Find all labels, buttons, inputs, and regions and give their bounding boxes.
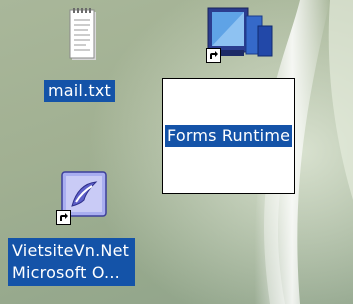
icon-label[interactable]: VietsiteVn.Net Microsoft O... bbox=[8, 238, 136, 286]
rename-field[interactable]: Forms Runtime bbox=[162, 78, 296, 194]
desktop-icon-mail-txt[interactable]: mail.txt bbox=[40, 6, 130, 106]
desktop-icon-vietsitevn-office[interactable]: VietsiteVn.Net Microsoft O... bbox=[8, 170, 168, 296]
shortcut-arrow-icon bbox=[206, 48, 221, 63]
text-file-icon bbox=[69, 8, 96, 60]
icon-label[interactable]: mail.txt bbox=[44, 80, 115, 102]
desktop[interactable]: mail.txt Forms Runtime VietsiteVn.Net Mi… bbox=[0, 0, 353, 304]
desktop-icon-forms-runtime[interactable]: Forms Runtime bbox=[162, 4, 332, 194]
rename-selected-text[interactable]: Forms Runtime bbox=[165, 125, 293, 147]
shortcut-arrow-icon bbox=[56, 210, 71, 225]
